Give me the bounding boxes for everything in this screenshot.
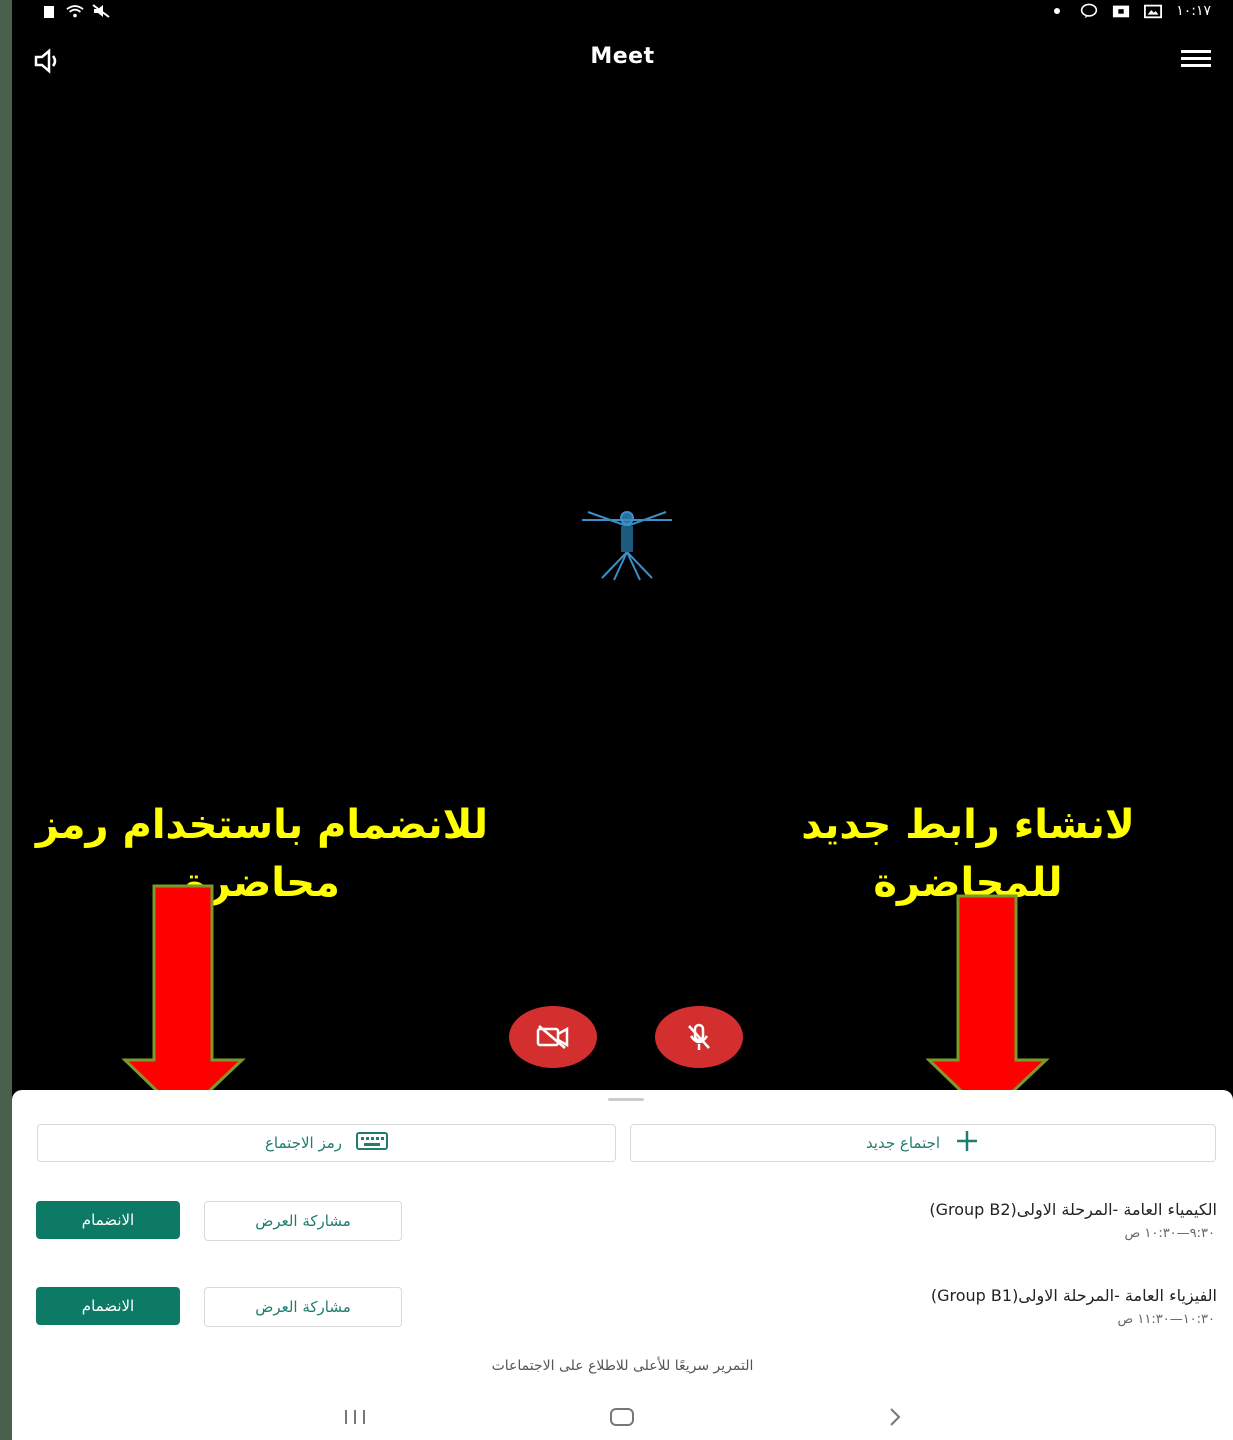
present-button[interactable]: مشاركة العرض (204, 1287, 402, 1327)
annotation-right-line1: لانشاء رابط جديد (801, 802, 1135, 848)
join-button[interactable]: الانضمام (36, 1201, 180, 1239)
system-nav-bar (12, 1398, 1233, 1438)
arrow-down-left-icon (122, 884, 246, 1119)
join-button[interactable]: الانضمام (36, 1287, 180, 1325)
meeting-row: الكيمياء العامة -المرحلة الاولى(Group B2… (12, 1198, 1233, 1258)
new-meeting-button[interactable]: اجتماع جديد (630, 1124, 1216, 1162)
camera-off-button[interactable] (509, 1006, 597, 1068)
meeting-title: الفيزياء العامة -المرحلة الاولى(Group B1… (930, 1286, 1217, 1305)
mute-icon (92, 4, 110, 18)
back-icon[interactable] (884, 1406, 906, 1428)
status-left-icons (40, 4, 110, 18)
meeting-time: ٩:٣٠—١٠:٣٠ ص (1124, 1226, 1216, 1241)
bottom-sheet: اجتماع جديد رمز الاجتماع الكيمياء العامة… (12, 1090, 1233, 1440)
viber-icon (1080, 3, 1098, 19)
meeting-title: الكيمياء العامة -المرحلة الاولى(Group B2… (929, 1200, 1217, 1219)
wifi-icon (66, 4, 84, 18)
meeting-time: ١٠:٣٠—١١:٣٠ ص (1117, 1312, 1215, 1327)
app-title: Meet (590, 44, 655, 69)
status-bar: ١٠:١٧ (12, 0, 1233, 26)
camera-off-icon (536, 1025, 569, 1049)
recent-apps-icon[interactable] (342, 1408, 368, 1426)
meeting-code-button[interactable]: رمز الاجتماع (37, 1124, 616, 1162)
meeting-code-label: رمز الاجتماع (264, 1134, 343, 1152)
present-button[interactable]: مشاركة العرض (204, 1201, 402, 1241)
mic-off-button[interactable] (655, 1006, 743, 1068)
home-icon[interactable] (610, 1408, 634, 1426)
gallery-icon (1144, 4, 1163, 19)
keyboard-icon (356, 1132, 389, 1154)
sheet-handle[interactable] (608, 1098, 644, 1101)
vitruvian-figure-image (578, 508, 676, 586)
scroll-hint: التمرير سريعًا للأعلى للاطلاع على الاجتم… (491, 1358, 754, 1374)
annotation-left-line2: محاضرة (184, 860, 340, 906)
dot-icon (1048, 4, 1066, 18)
status-time: ١٠:١٧ (1176, 3, 1211, 19)
menu-icon[interactable] (1181, 50, 1211, 70)
calendar-icon (1112, 4, 1130, 18)
screen: ١٠:١٧ Meet لانشاء رابط جديد للمحاضرة للا… (12, 0, 1233, 1440)
sim-icon (40, 4, 58, 18)
status-right-icons: ١٠:١٧ (1048, 3, 1211, 19)
new-meeting-label: اجتماع جديد (865, 1134, 941, 1152)
arrow-down-right-icon (926, 894, 1050, 1119)
annotation-join-code: للانضمام باستخدام رمز محاضرة (12, 796, 542, 912)
mic-off-icon (688, 1023, 710, 1050)
plus-icon (954, 1128, 980, 1158)
annotation-left-line1: للانضمام باستخدام رمز (35, 802, 489, 848)
top-bar: Meet (12, 36, 1233, 84)
meeting-row: الفيزياء العامة -المرحلة الاولى(Group B1… (12, 1284, 1233, 1344)
